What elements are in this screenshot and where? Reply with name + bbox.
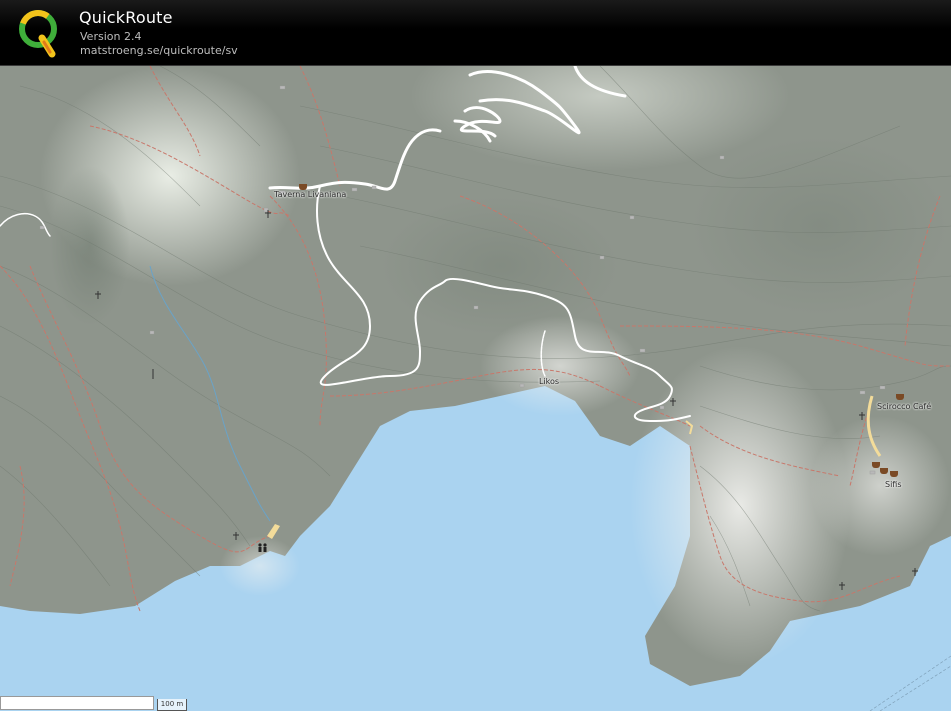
place-label-scirocco: Scirocco Café: [877, 402, 932, 411]
cafe-icon: [890, 471, 898, 477]
quickroute-logo-icon: [19, 10, 57, 58]
place-label-taverna: Taverna Livaniana: [274, 190, 347, 199]
cafe-icon: [880, 468, 888, 474]
cafe-icon: [896, 394, 904, 400]
app-header: QuickRoute Version 2.4 matstroeng.se/qui…: [0, 0, 951, 66]
map-view[interactable]: Taverna Livaniana Likos Scirocco Café Si…: [0, 66, 951, 711]
app-url[interactable]: matstroeng.se/quickroute/sv: [80, 44, 238, 57]
hillshade: [810, 416, 950, 556]
place-label-sifis: Sifis: [885, 480, 902, 489]
map-canvas[interactable]: [0, 66, 951, 711]
scale-bar: 100 m: [157, 699, 187, 711]
app-version: Version 2.4: [80, 30, 142, 43]
scale-bar-background: [0, 696, 154, 710]
hillshade: [50, 166, 130, 326]
app-title: QuickRoute: [79, 8, 173, 27]
place-label-likos: Likos: [539, 377, 560, 386]
cafe-icon: [872, 462, 880, 468]
hillshade: [690, 136, 950, 316]
